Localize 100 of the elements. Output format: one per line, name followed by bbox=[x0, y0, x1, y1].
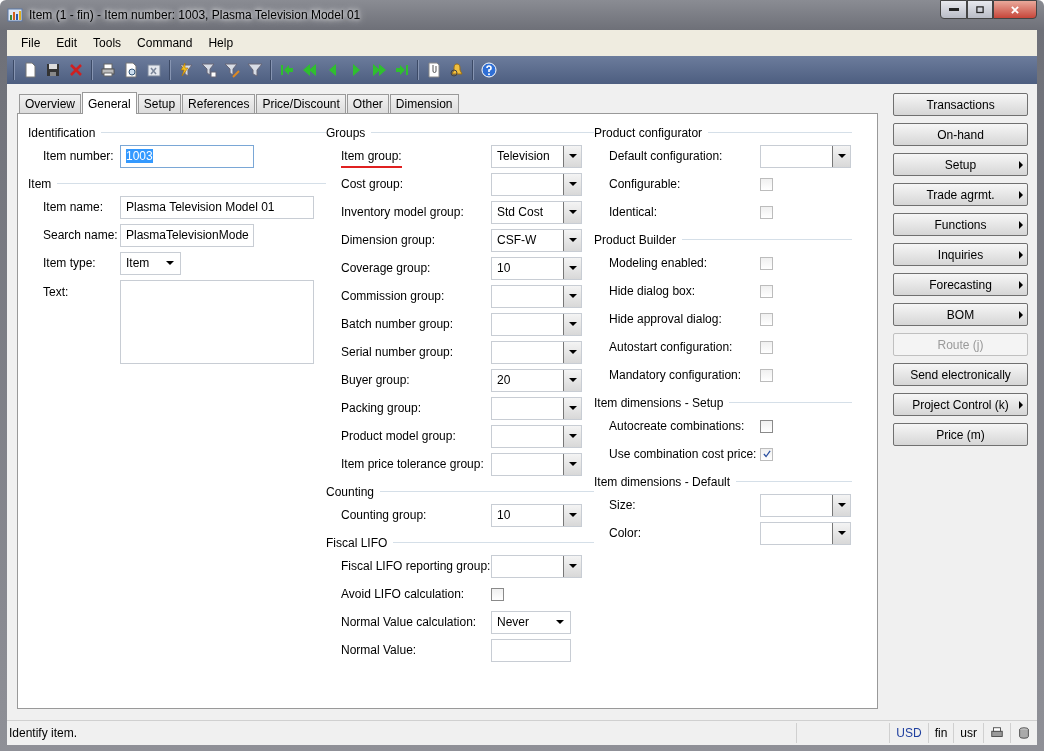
group-title: Fiscal LIFO bbox=[326, 535, 388, 550]
checkbox[interactable] bbox=[760, 177, 773, 191]
group-title: Counting bbox=[326, 484, 375, 499]
checkbox[interactable] bbox=[760, 340, 773, 354]
field-label: Autocreate combinations: bbox=[609, 419, 746, 433]
menu-item[interactable]: Command bbox=[129, 36, 201, 50]
maximize-button[interactable] bbox=[967, 0, 993, 19]
close-icon bbox=[1010, 4, 1020, 15]
dropdown-button[interactable] bbox=[563, 369, 581, 391]
menu-item[interactable]: Tools bbox=[85, 36, 130, 50]
action-button[interactable]: Forecasting bbox=[893, 273, 1028, 296]
field-label: Counting group: bbox=[341, 508, 428, 522]
field-label: Cost group: bbox=[341, 177, 405, 191]
submenu-arrow-icon bbox=[1019, 251, 1023, 259]
dropdown-button[interactable] bbox=[563, 229, 581, 251]
print-preview-icon[interactable] bbox=[123, 62, 139, 78]
tab[interactable]: Setup bbox=[137, 94, 182, 113]
filter-lightning-icon[interactable] bbox=[178, 62, 194, 78]
help-icon[interactable] bbox=[481, 62, 497, 78]
save-icon[interactable] bbox=[45, 62, 61, 78]
dropdown-button[interactable] bbox=[563, 173, 581, 195]
checkbox[interactable] bbox=[760, 205, 773, 219]
dropdown-button[interactable] bbox=[832, 145, 850, 167]
fast-backward-icon[interactable] bbox=[302, 62, 318, 78]
menu-item[interactable]: File bbox=[13, 36, 49, 50]
text-field[interactable] bbox=[491, 638, 571, 662]
tab[interactable]: Overview bbox=[19, 94, 81, 113]
action-button[interactable]: Price (m) bbox=[893, 423, 1028, 446]
field-label: Modeling enabled: bbox=[609, 256, 709, 270]
combo-box[interactable]: 10 bbox=[491, 503, 582, 527]
dropdown-button[interactable] bbox=[563, 285, 581, 307]
action-button[interactable]: Functions bbox=[893, 213, 1028, 236]
dropdown-button[interactable] bbox=[563, 425, 581, 447]
print-icon[interactable] bbox=[100, 62, 116, 78]
action-button[interactable]: Project Control (k) bbox=[893, 393, 1028, 416]
first-record-icon[interactable] bbox=[279, 62, 295, 78]
fast-forward-icon[interactable] bbox=[371, 62, 387, 78]
alert-bell-icon[interactable] bbox=[449, 62, 465, 78]
combo-box[interactable]: Television bbox=[491, 144, 582, 168]
checkbox[interactable] bbox=[760, 284, 773, 298]
dropdown-button[interactable] bbox=[563, 145, 581, 167]
combo-box[interactable]: 10 bbox=[491, 256, 582, 280]
dropdown-button[interactable] bbox=[563, 201, 581, 223]
minimize-button[interactable] bbox=[940, 0, 967, 19]
checkbox[interactable] bbox=[760, 419, 773, 433]
field-label: Size: bbox=[609, 498, 637, 512]
checkbox[interactable] bbox=[760, 368, 773, 382]
action-button[interactable]: On-hand bbox=[893, 123, 1028, 146]
action-button[interactable]: Send electronically bbox=[893, 363, 1028, 386]
combo-box[interactable]: 20 bbox=[491, 368, 582, 392]
filter-edit-icon[interactable] bbox=[224, 62, 240, 78]
dropdown-button[interactable] bbox=[563, 257, 581, 279]
tab[interactable]: References bbox=[182, 94, 256, 113]
menu-item[interactable]: Help bbox=[200, 36, 242, 50]
tab[interactable]: Price/Discount bbox=[256, 94, 346, 113]
filter-grid-icon[interactable] bbox=[201, 62, 217, 78]
last-record-icon[interactable] bbox=[394, 62, 410, 78]
field-label: Fiscal LIFO reporting group: bbox=[341, 559, 491, 573]
dropdown-button[interactable] bbox=[832, 522, 850, 544]
dropdown-button[interactable] bbox=[563, 341, 581, 363]
checkbox[interactable] bbox=[491, 587, 504, 601]
action-button[interactable]: Inquiries bbox=[893, 243, 1028, 266]
field-label: Autostart configuration: bbox=[609, 340, 734, 354]
dropdown-button[interactable] bbox=[832, 494, 850, 516]
field-label: Packing group: bbox=[341, 401, 423, 415]
new-document-icon[interactable] bbox=[22, 62, 38, 78]
dropdown-button[interactable] bbox=[563, 453, 581, 475]
tab[interactable]: Dimension bbox=[389, 94, 459, 113]
dropdown-button[interactable] bbox=[563, 504, 581, 526]
dropdown-arrow-icon bbox=[556, 620, 564, 624]
field-label: Buyer group: bbox=[341, 373, 411, 387]
spreadsheet-icon[interactable] bbox=[146, 62, 162, 78]
close-button[interactable] bbox=[993, 0, 1037, 19]
tab[interactable]: General bbox=[82, 92, 137, 114]
field-label: Item price tolerance group: bbox=[341, 457, 485, 471]
submenu-arrow-icon bbox=[1019, 401, 1023, 409]
combo-box[interactable]: CSF-W bbox=[491, 228, 582, 252]
action-button[interactable]: BOM bbox=[893, 303, 1028, 326]
tab[interactable]: Other bbox=[346, 94, 389, 113]
checkbox[interactable] bbox=[760, 256, 773, 270]
filter-icon[interactable] bbox=[247, 62, 263, 78]
group-title: Item dimensions - Default bbox=[594, 474, 731, 489]
field-label: Item name: bbox=[43, 200, 105, 214]
menu-item[interactable]: Edit bbox=[48, 36, 86, 50]
action-button[interactable]: Trade agrmt. bbox=[893, 183, 1028, 206]
text-field[interactable]: Plasma Television Model 01 bbox=[120, 195, 314, 219]
dropdown-button[interactable] bbox=[563, 313, 581, 335]
checkbox[interactable] bbox=[760, 312, 773, 326]
attachment-icon[interactable] bbox=[426, 62, 442, 78]
dropdown[interactable]: Never bbox=[491, 610, 571, 634]
checkbox[interactable] bbox=[760, 447, 773, 461]
dropdown-button[interactable] bbox=[563, 397, 581, 419]
dropdown[interactable]: Item bbox=[120, 251, 181, 275]
status-message: Identify item. bbox=[8, 726, 79, 740]
text-field[interactable]: PlasmaTelevisionMode bbox=[120, 223, 254, 247]
action-button[interactable]: Setup bbox=[893, 153, 1028, 176]
printer-icon bbox=[990, 726, 1004, 740]
combo-box[interactable]: Std Cost bbox=[491, 200, 582, 224]
action-button[interactable]: Transactions bbox=[893, 93, 1028, 116]
dropdown-button[interactable] bbox=[563, 555, 581, 577]
